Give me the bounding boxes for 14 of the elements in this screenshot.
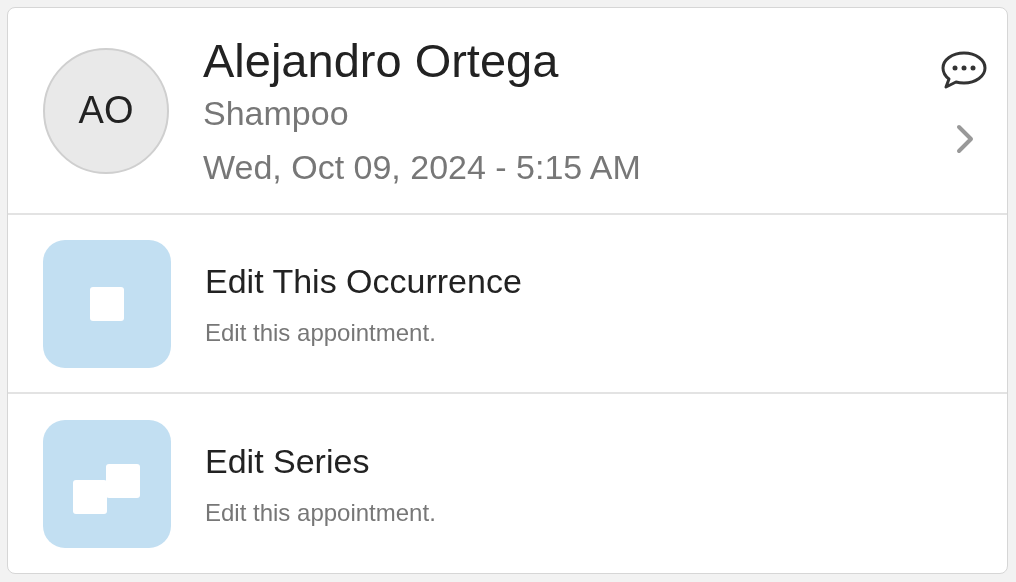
appointment-date-time: Wed, Oct 09, 2024 - 5:15 AM bbox=[203, 146, 641, 188]
square-icon bbox=[89, 285, 125, 322]
option-title: Edit Series bbox=[205, 440, 371, 482]
chevron-right-icon[interactable] bbox=[956, 124, 974, 154]
avatar: AO bbox=[43, 47, 169, 174]
option-title: Edit This Occurrence bbox=[205, 260, 522, 302]
two-squares-icon bbox=[72, 462, 142, 515]
option-description: Edit this appointment. bbox=[205, 497, 436, 528]
option-row[interactable]: Edit This Occurrence Edit this appointment. bbox=[8, 215, 1007, 394]
option-row[interactable]: Edit Series Edit this appointment. bbox=[8, 394, 1007, 573]
chat-icon[interactable] bbox=[940, 51, 988, 89]
service-name: Shampoo bbox=[203, 92, 350, 134]
client-name: Alejandro Ortega bbox=[203, 32, 560, 89]
option-description: Edit this appointment. bbox=[205, 317, 437, 348]
